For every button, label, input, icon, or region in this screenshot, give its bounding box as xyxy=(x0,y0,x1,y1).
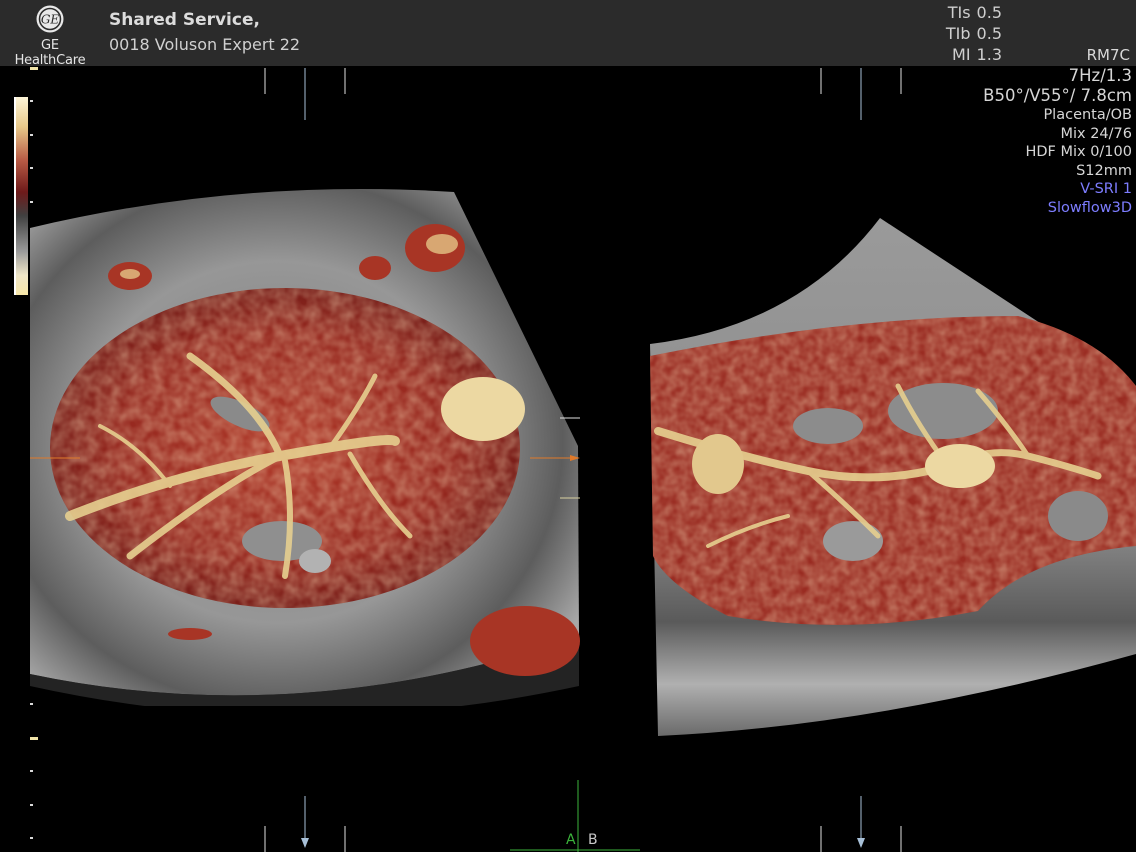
view-label-b[interactable]: B xyxy=(588,832,598,848)
right-arrow-icon xyxy=(570,455,580,461)
down-arrow-icon xyxy=(301,838,309,848)
view-label-a[interactable]: A xyxy=(566,832,576,848)
down-arrow-icon xyxy=(857,838,865,848)
orientation-markers xyxy=(30,68,902,852)
